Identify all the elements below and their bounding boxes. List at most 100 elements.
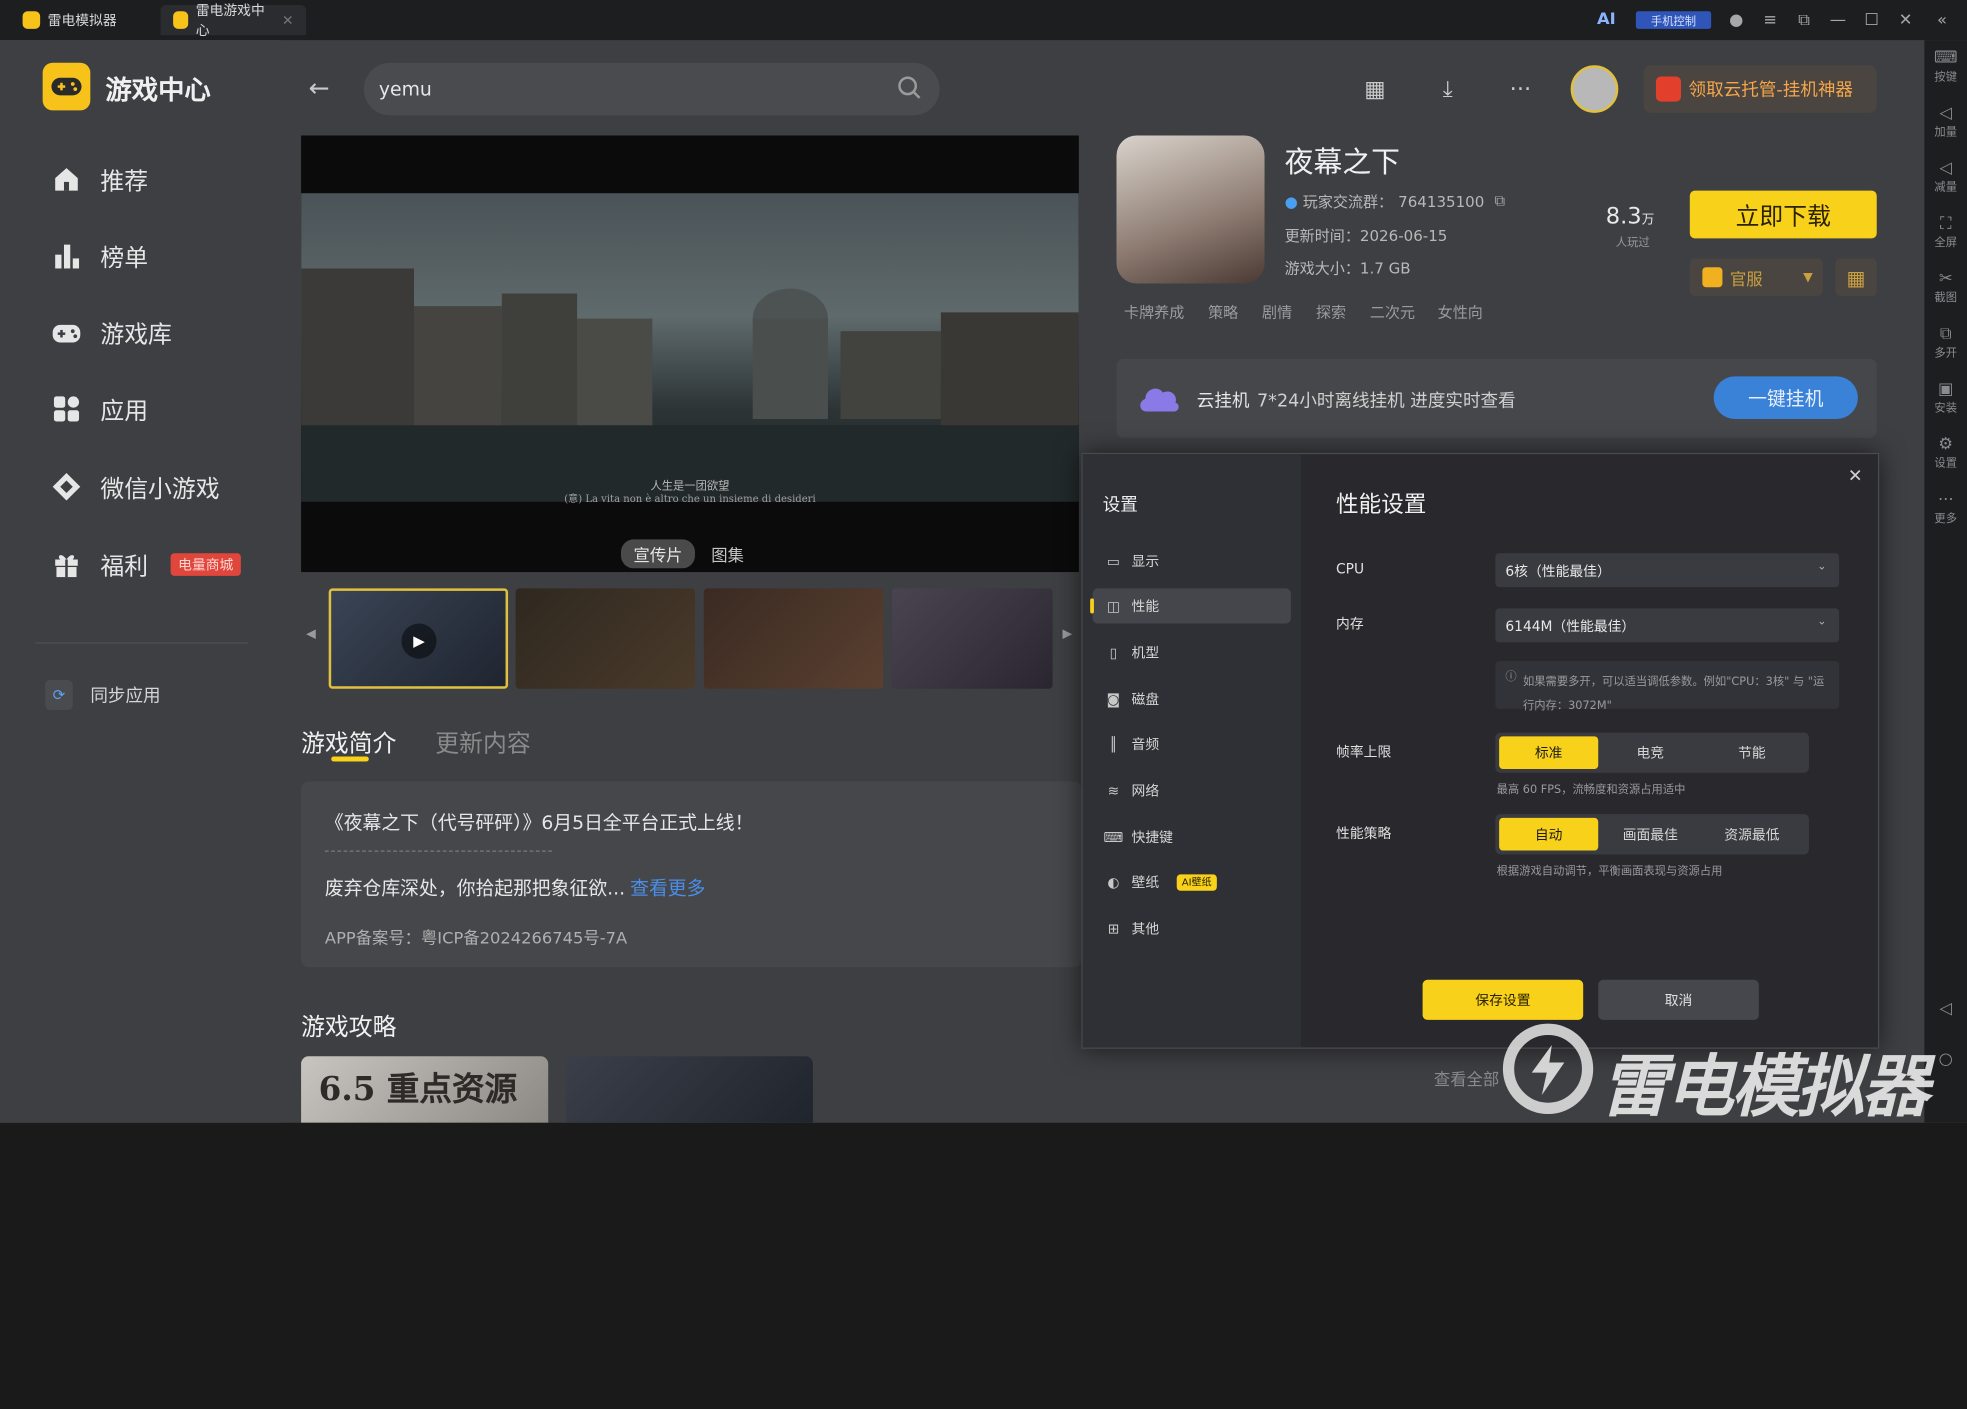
user-icon[interactable]: ●: [1726, 10, 1746, 30]
settings-menu-performance[interactable]: ◫ 性能: [1090, 588, 1291, 624]
avatar[interactable]: [1570, 65, 1619, 113]
strategy-label: 性能策略: [1336, 825, 1392, 842]
video-player[interactable]: 人生是一团欲望 (意) La vita non è altro che un i…: [301, 135, 1079, 573]
toolbar-multi-instance[interactable]: ⧉ 多开: [1924, 326, 1967, 360]
toolbar-volume-up[interactable]: ◁ 加量: [1924, 105, 1967, 139]
settings-menu: 设置 ▭ 显示 ◫ 性能 ▯ 机型 ◙ 磁盘 ║ 音频 ≋ 网络 ⌨ 快捷键 ◐ 壁纸 AI壁纸 …: [1082, 454, 1301, 1048]
game-tag[interactable]: 策略: [1208, 301, 1238, 322]
toolbar-back[interactable]: ◁: [1924, 999, 1967, 1019]
keyboard-icon: ⌨: [1933, 48, 1958, 68]
cloud-promo-button[interactable]: 领取云托管-挂机神器: [1643, 65, 1877, 113]
view-more-link[interactable]: 查看更多: [630, 874, 705, 900]
sidebar-item-game-library[interactable]: 游戏库: [50, 314, 172, 352]
watermark-text: 雷电模拟器: [1600, 1047, 1930, 1123]
toolbar-volume-down[interactable]: ◁ 减量: [1924, 160, 1967, 194]
sidebar-item-recommend[interactable]: 推荐: [50, 161, 148, 199]
strategy-option-lowest-resource[interactable]: 资源最低: [1702, 818, 1801, 851]
guide-card[interactable]: 6.5 重点资源: [301, 1056, 549, 1123]
game-tag[interactable]: 女性向: [1438, 301, 1483, 322]
qq-group-row: ● 玩家交流群： 764135100 ⧉: [1284, 191, 1506, 211]
tab-update[interactable]: 更新内容: [435, 725, 530, 759]
toolbar-fullscreen[interactable]: ⛶ 全屏: [1924, 215, 1967, 249]
tab-intro[interactable]: 游戏简介: [301, 725, 396, 759]
chevron-down-icon: ⌄: [1817, 615, 1827, 629]
toolbar-screenshot[interactable]: ✂ 截图: [1924, 270, 1967, 304]
game-tag[interactable]: 二次元: [1370, 301, 1415, 322]
save-settings-button[interactable]: 保存设置: [1422, 979, 1584, 1020]
ai-icon[interactable]: AI: [1597, 10, 1616, 29]
tab-trailer[interactable]: 宣传片: [620, 539, 696, 569]
memory-select[interactable]: 6144M（性能最佳） ⌄: [1495, 608, 1840, 643]
more-icon: ···: [1937, 490, 1954, 510]
fps-option-esports[interactable]: 电竞: [1601, 736, 1700, 769]
settings-menu-other[interactable]: ⊞ 其他: [1093, 911, 1291, 946]
server-select[interactable]: 官服 ▼: [1689, 258, 1823, 297]
toolbar-install[interactable]: ▣ 安装: [1924, 381, 1967, 415]
tab-close-icon[interactable]: ✕: [282, 12, 294, 28]
collapse-sidebar-icon[interactable]: «: [1932, 10, 1952, 30]
phone-icon: ▯: [1109, 644, 1118, 661]
toolbar-settings[interactable]: ⚙ 设置: [1924, 436, 1967, 470]
cpu-select[interactable]: 6核（性能最佳） ⌄: [1495, 553, 1840, 588]
download-button[interactable]: 立即下载: [1689, 190, 1877, 239]
thumbnail-image[interactable]: [703, 588, 884, 689]
one-click-hangup-button[interactable]: 一键挂机: [1713, 376, 1858, 420]
close-window-icon[interactable]: ✕: [1896, 10, 1916, 30]
more-options-icon[interactable]: ···: [1507, 75, 1535, 103]
guide-card[interactable]: [565, 1056, 813, 1123]
game-tag[interactable]: 剧情: [1262, 301, 1292, 322]
maximize-icon[interactable]: ☐: [1862, 10, 1882, 30]
screenshot-window-icon[interactable]: ⧉: [1794, 10, 1814, 30]
game-center-icon: [173, 11, 189, 29]
sidebar-item-wechat-games[interactable]: 微信小游戏: [50, 468, 220, 506]
settings-menu-audio[interactable]: ║ 音频: [1093, 726, 1291, 761]
video-subtitle-it: (意) La vita non è altro che un insieme d…: [564, 493, 816, 505]
back-arrow-icon[interactable]: ←: [309, 73, 330, 103]
settings-menu-disk[interactable]: ◙ 磁盘: [1093, 681, 1291, 716]
tab-gallery[interactable]: 图集: [711, 542, 744, 566]
settings-menu-shortcuts[interactable]: ⌨ 快捷键: [1093, 819, 1291, 854]
sidebar-item-rank[interactable]: 榜单: [50, 237, 148, 275]
calendar-icon[interactable]: ▦: [1361, 75, 1389, 103]
thumbs-next-icon[interactable]: ▶: [1063, 627, 1073, 641]
menu-icon[interactable]: ≡: [1760, 10, 1780, 30]
sync-apps-button[interactable]: ⟳ 同步应用: [45, 679, 161, 711]
game-tag[interactable]: 探索: [1316, 301, 1346, 322]
copy-icon[interactable]: ⧉: [1494, 192, 1505, 211]
keyboard-icon: ⌨: [1103, 828, 1124, 845]
fps-option-power-saving[interactable]: 节能: [1702, 736, 1801, 769]
strategy-option-auto[interactable]: 自动: [1499, 817, 1599, 851]
toolbar-more[interactable]: ··· 更多: [1924, 490, 1967, 525]
thumbs-prev-icon[interactable]: ◀: [306, 627, 316, 641]
qr-code-icon[interactable]: ▦: [1835, 258, 1877, 297]
minimize-icon[interactable]: —: [1828, 10, 1848, 30]
sidebar-item-apps[interactable]: 应用: [50, 390, 148, 428]
cancel-button[interactable]: 取消: [1598, 979, 1759, 1020]
tab-game-center[interactable]: 雷电游戏中心 ✕: [160, 3, 307, 39]
sidebar-item-welfare[interactable]: 福利 电量商城: [50, 546, 241, 584]
fps-option-standard[interactable]: 标准: [1499, 736, 1599, 770]
strategy-option-best-visual[interactable]: 画面最佳: [1601, 818, 1700, 851]
palette-icon: ◐: [1107, 873, 1120, 891]
download-icon[interactable]: ⤓: [1434, 75, 1462, 103]
settings-menu-wallpaper[interactable]: ◐ 壁纸 AI壁纸: [1093, 864, 1291, 899]
view-all-link[interactable]: 查看全部: [1434, 1066, 1499, 1090]
panel-title: 性能设置: [1336, 491, 1427, 519]
thumbnail-video[interactable]: ▶: [328, 588, 509, 689]
thumbnail-image[interactable]: [515, 588, 695, 689]
search-input[interactable]: yemu: [363, 62, 940, 116]
settings-menu-display[interactable]: ▭ 显示: [1093, 543, 1291, 578]
trailer-frame: 人生是一团欲望 (意) La vita non è altro che un i…: [301, 193, 1079, 504]
tab-emulator[interactable]: 雷电模拟器: [10, 5, 151, 35]
close-dialog-icon[interactable]: ✕: [1848, 467, 1863, 487]
search-icon[interactable]: [897, 75, 922, 105]
settings-menu-network[interactable]: ≋ 网络: [1093, 773, 1291, 808]
toolbar-home[interactable]: ○: [1924, 1051, 1967, 1069]
disk-icon: ◙: [1106, 690, 1121, 707]
toolbar-keymap[interactable]: ⌨ 按键: [1924, 50, 1967, 84]
settings-menu-device-model[interactable]: ▯ 机型: [1093, 635, 1291, 670]
phone-control-button[interactable]: 手机控制: [1635, 11, 1712, 29]
game-tag[interactable]: 卡牌养成: [1124, 301, 1184, 322]
back-triangle-icon: ◁: [1939, 999, 1953, 1019]
thumbnail-image[interactable]: [891, 588, 1053, 689]
